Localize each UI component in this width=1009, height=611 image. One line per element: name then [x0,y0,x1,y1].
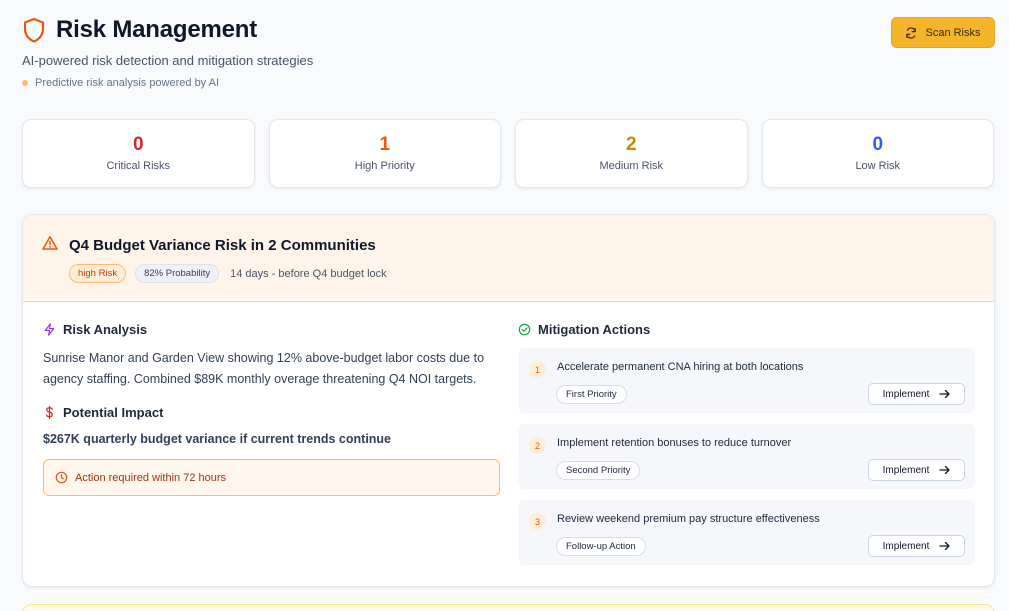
status-dot-icon [22,80,28,86]
implement-button[interactable]: Implement [868,535,965,557]
ai-hint: Predictive risk analysis powered by AI [22,77,995,89]
mitigation-item: 1 Accelerate permanent CNA hiring at bot… [518,348,975,413]
priority-tag: First Priority [556,385,627,404]
stat-low-risk: 0 Low Risk [761,119,994,188]
mitigation-text: Accelerate permanent CNA hiring at both … [557,361,804,373]
risk-timeline: 14 days - before Q4 budget lock [230,267,387,280]
next-risk-card [22,604,995,611]
mitigation-number: 1 [529,361,546,378]
title-row: Risk Management [22,16,995,44]
lightning-icon [44,323,55,336]
implement-label: Implement [882,464,930,476]
stat-label: High Priority [354,160,415,172]
potential-impact-heading: Potential Impact [43,405,500,420]
page-title: Risk Management [56,16,258,43]
stat-value: 2 [625,134,637,155]
stat-critical-risks: 0 Critical Risks [22,119,255,188]
implement-button[interactable]: Implement [868,459,965,481]
scan-risks-button[interactable]: Scan Risks [891,17,995,48]
action-required-banner: Action required within 72 hours [43,459,500,496]
stat-label: Medium Risk [599,160,664,172]
shield-icon [23,17,45,43]
stat-value: 1 [379,134,391,155]
action-required-text: Action required within 72 hours [75,471,227,484]
page-subtitle: AI-powered risk detection and mitigation… [22,53,314,68]
mitigation-item: 2 Implement retention bonuses to reduce … [518,424,975,489]
risk-badges: high Risk 82% Probability 14 days - befo… [69,264,387,283]
ai-hint-text: Predictive risk analysis powered by AI [35,77,220,89]
mitigation-heading-text: Mitigation Actions [538,322,651,337]
mitigation-text: Review weekend premium pay structure eff… [557,513,820,525]
arrow-right-icon [939,389,950,399]
risk-card: Q4 Budget Variance Risk in 2 Communities… [22,214,995,587]
alert-triangle-icon [42,236,58,250]
clock-icon [55,471,68,484]
check-circle-icon [518,323,531,336]
risk-level-badge: high Risk [69,264,127,283]
implement-button[interactable]: Implement [868,383,965,405]
mitigation-number: 3 [529,513,546,530]
dollar-icon [46,406,53,419]
risk-analysis-text: Sunrise Manor and Garden View showing 12… [43,351,485,386]
potential-impact-heading-text: Potential Impact [63,405,164,420]
stat-label: Critical Risks [106,160,171,172]
risk-stats: 0 Critical Risks 1 High Priority 2 Mediu… [22,119,994,188]
refresh-icon [906,26,917,39]
stat-medium-risk: 2 Medium Risk [515,119,748,188]
mitigation-text: Implement retention bonuses to reduce tu… [557,437,792,449]
mitigation-item: 3 Review weekend premium pay structure e… [518,500,975,565]
risk-title: Q4 Budget Variance Risk in 2 Communities [69,237,376,254]
arrow-right-icon [939,541,950,551]
probability-badge: 82% Probability [135,264,220,283]
arrow-right-icon [939,465,950,475]
implement-label: Implement [882,540,930,552]
mitigation-panel: Mitigation Actions 1 Accelerate permanen… [518,322,975,576]
stat-value: 0 [872,134,884,155]
stat-label: Low Risk [855,160,901,172]
priority-tag: Second Priority [556,461,641,480]
implement-label: Implement [882,388,930,400]
risk-analysis-heading: Risk Analysis [43,322,500,337]
page-header: Risk Management AI-powered risk detectio… [22,16,995,96]
risk-card-header: Q4 Budget Variance Risk in 2 Communities… [23,215,994,302]
stat-value: 0 [132,134,144,155]
risk-details: Risk Analysis Sunrise Manor and Garden V… [43,322,500,496]
mitigation-list: 1 Accelerate permanent CNA hiring at bot… [518,348,975,565]
potential-impact-text: $267K quarterly budget variance if curre… [43,432,392,446]
scan-risks-label: Scan Risks [925,26,981,39]
mitigation-heading: Mitigation Actions [518,322,975,337]
stat-high-priority: 1 High Priority [268,119,501,188]
risk-analysis-heading-text: Risk Analysis [63,322,148,337]
priority-tag: Follow-up Action [556,537,646,556]
mitigation-number: 2 [529,437,546,454]
